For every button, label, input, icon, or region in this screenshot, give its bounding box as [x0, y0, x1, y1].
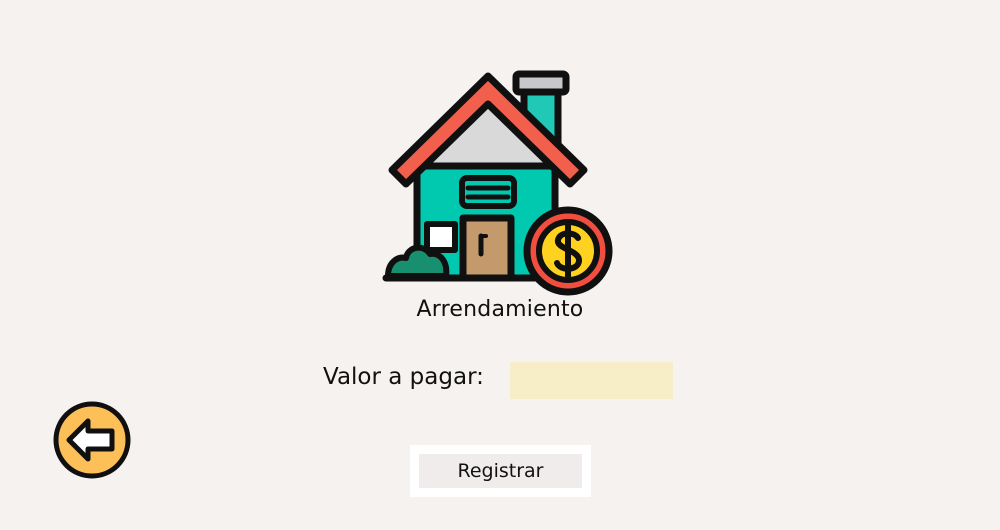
attic-window: [459, 175, 517, 209]
house-with-dollar-coin-icon: [382, 70, 613, 296]
chimney-cap: [512, 70, 570, 96]
back-button[interactable]: [52, 400, 132, 480]
amount-input[interactable]: [510, 362, 673, 399]
bush: [385, 244, 450, 279]
page-title: Arrendamiento: [416, 297, 584, 322]
amount-label: Valor a pagar:: [323, 364, 484, 390]
register-button[interactable]: Registrar: [419, 454, 582, 488]
house-illustration: [382, 66, 618, 302]
register-button-frame: Registrar: [410, 445, 591, 497]
arrow-left-icon: [53, 401, 131, 479]
house-door: [459, 214, 515, 282]
house-window: [424, 221, 458, 253]
